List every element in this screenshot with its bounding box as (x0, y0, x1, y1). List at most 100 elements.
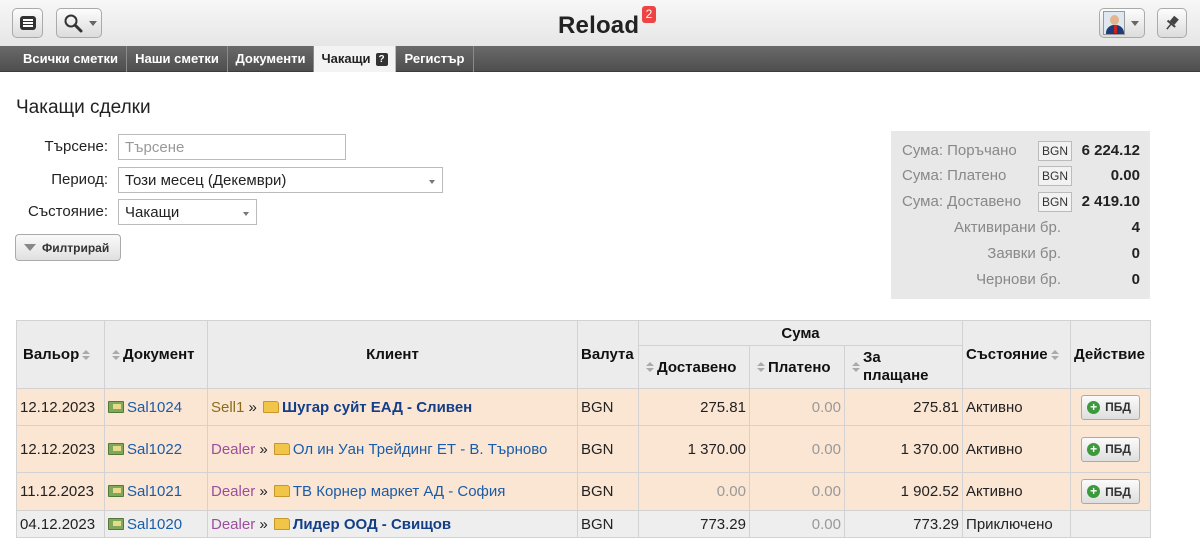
agent-link[interactable]: Dealer (211, 516, 255, 533)
state-label: Състояние: (27, 203, 108, 220)
summary-label: Сума: Поръчано (902, 142, 1017, 159)
header-action: Действие (1070, 320, 1152, 389)
currency-badge: BGN (1038, 166, 1072, 186)
summary-row: Активирани бр. 4 (891, 216, 1150, 241)
summary-value: 0 (1131, 245, 1140, 262)
cell-client: Sell1 » Шугар суйт ЕАД - Сливен (207, 388, 578, 426)
document-icon (108, 442, 124, 455)
pbd-button[interactable]: + ПБД (1081, 436, 1140, 462)
table-row: 11.12.2023 Sal1021 Dealer » ТВ Корнер ма… (16, 472, 1152, 511)
top-bar: Reload 2 (0, 0, 1200, 46)
currency-badge: BGN (1038, 192, 1072, 212)
cell-date: 04.12.2023 (16, 510, 105, 538)
document-link[interactable]: Sal1021 (127, 483, 182, 500)
pin-button[interactable] (1157, 8, 1187, 38)
cell-delivered: 0.00 (638, 472, 750, 511)
summary-panel: Сума: Поръчано BGN 6 224.12 Сума: Платен… (891, 131, 1150, 299)
summary-value: 0.00 (1110, 167, 1140, 184)
plus-icon: + (1087, 400, 1101, 414)
help-icon[interactable]: ? (375, 53, 388, 66)
summary-label: Чернови бр. (976, 271, 1061, 288)
document-link[interactable]: Sal1020 (127, 516, 182, 533)
sort-icon (112, 349, 120, 361)
header-date[interactable]: Вальор (16, 320, 105, 389)
header-state[interactable]: Състояние (962, 320, 1072, 389)
header-to-pay[interactable]: За плащане (843, 345, 964, 389)
summary-label: Активирани бр. (954, 219, 1061, 236)
cell-currency: BGN (577, 425, 639, 473)
cell-date: 11.12.2023 (16, 472, 105, 511)
cell-state: Активно (962, 425, 1072, 473)
tab-pending[interactable]: Чакащи? (314, 46, 396, 72)
header-currency: Валута (577, 320, 639, 389)
pin-icon (1166, 15, 1179, 30)
tab-register[interactable]: Регистър (396, 46, 474, 72)
document-link[interactable]: Sal1024 (127, 399, 182, 416)
agent-link[interactable]: Dealer (211, 441, 255, 458)
search-button[interactable] (56, 8, 102, 38)
sort-icon (646, 362, 654, 373)
tab-all-accounts[interactable]: Всички сметки (15, 46, 127, 72)
summary-row: Сума: Платено BGN 0.00 (891, 164, 1150, 189)
sort-icon (1050, 349, 1059, 361)
document-link[interactable]: Sal1022 (127, 441, 182, 458)
sort-icon (852, 361, 860, 373)
header-amount-group: Сума (637, 320, 964, 346)
summary-value: 0 (1131, 271, 1140, 288)
client-link[interactable]: Ол ин Уан Трейдинг ЕТ - В. Търново (293, 441, 548, 458)
cell-state: Активно (962, 388, 1072, 426)
cell-date: 12.12.2023 (16, 425, 105, 473)
header-paid[interactable]: Платено (749, 345, 845, 389)
filter-button[interactable]: Филтрирай (15, 234, 121, 261)
header-document[interactable]: Документ (104, 320, 208, 389)
search-icon (64, 14, 83, 33)
cell-state: Активно (962, 472, 1072, 511)
folder-icon (273, 485, 290, 497)
document-icon (108, 400, 124, 413)
tab-our-accounts[interactable]: Наши сметки (127, 46, 228, 72)
cell-to-pay: 1 370.00 (843, 425, 964, 473)
header-delivered[interactable]: Доставено (638, 345, 750, 389)
folder-icon (273, 517, 290, 530)
table-row: 12.12.2023 Sal1024 Sell1 » Шугар суйт ЕА… (16, 388, 1152, 426)
cell-paid: 0.00 (749, 472, 845, 511)
sort-icon (757, 362, 765, 373)
cell-client: Dealer » ТВ Корнер маркет АД - София (207, 472, 578, 511)
pbd-button[interactable]: + ПБД (1081, 479, 1140, 504)
menu-button[interactable] (12, 8, 43, 38)
deals-table: Вальор Документ Клиент Валута Сума Състо… (16, 320, 1152, 538)
state-select[interactable]: Чакащи (118, 199, 257, 225)
client-link[interactable]: ТВ Корнер маркет АД - София (293, 483, 506, 500)
summary-label: Сума: Платено (902, 167, 1007, 184)
period-select[interactable]: Този месец (Декември) (118, 167, 443, 193)
plus-icon: + (1087, 442, 1101, 456)
client-link[interactable]: Лидер ООД - Свищов (293, 516, 451, 533)
search-input[interactable]: Търсене (118, 134, 346, 160)
notification-badge[interactable]: 2 (642, 6, 656, 23)
cell-delivered: 773.29 (638, 510, 750, 538)
table-row: 12.12.2023 Sal1022 Dealer » Ол ин Уан Тр… (16, 425, 1152, 473)
summary-value: 6 224.12 (1081, 142, 1140, 159)
pbd-button[interactable]: + ПБД (1081, 394, 1140, 420)
cell-action (1070, 510, 1152, 538)
client-link[interactable]: Шугар суйт ЕАД - Сливен (282, 399, 472, 416)
summary-label: Заявки бр. (987, 245, 1061, 262)
table-row: 04.12.2023 Sal1020 Dealer » Лидер ООД - … (16, 510, 1152, 538)
document-icon (108, 485, 124, 497)
chevron-down-icon (243, 212, 249, 216)
summary-label: Сума: Доставено (902, 193, 1022, 210)
state-value: Чакащи (125, 203, 180, 221)
cell-paid: 0.00 (749, 510, 845, 538)
agent-link[interactable]: Sell1 (211, 399, 244, 416)
summary-row: Сума: Поръчано BGN 6 224.12 (891, 139, 1150, 164)
chevron-down-icon (1131, 20, 1139, 26)
cell-currency: BGN (577, 388, 639, 426)
tab-pending-label: Чакащи (321, 51, 371, 66)
tab-bar: Всички сметки Наши сметки Документи Чака… (0, 46, 1200, 72)
cell-document: Sal1024 (104, 388, 208, 426)
agent-link[interactable]: Dealer (211, 483, 255, 500)
tab-documents[interactable]: Документи (228, 46, 314, 72)
cell-action: + ПБД (1070, 388, 1152, 426)
user-menu-button[interactable] (1099, 8, 1145, 38)
filter-button-label: Филтрирай (42, 240, 110, 255)
